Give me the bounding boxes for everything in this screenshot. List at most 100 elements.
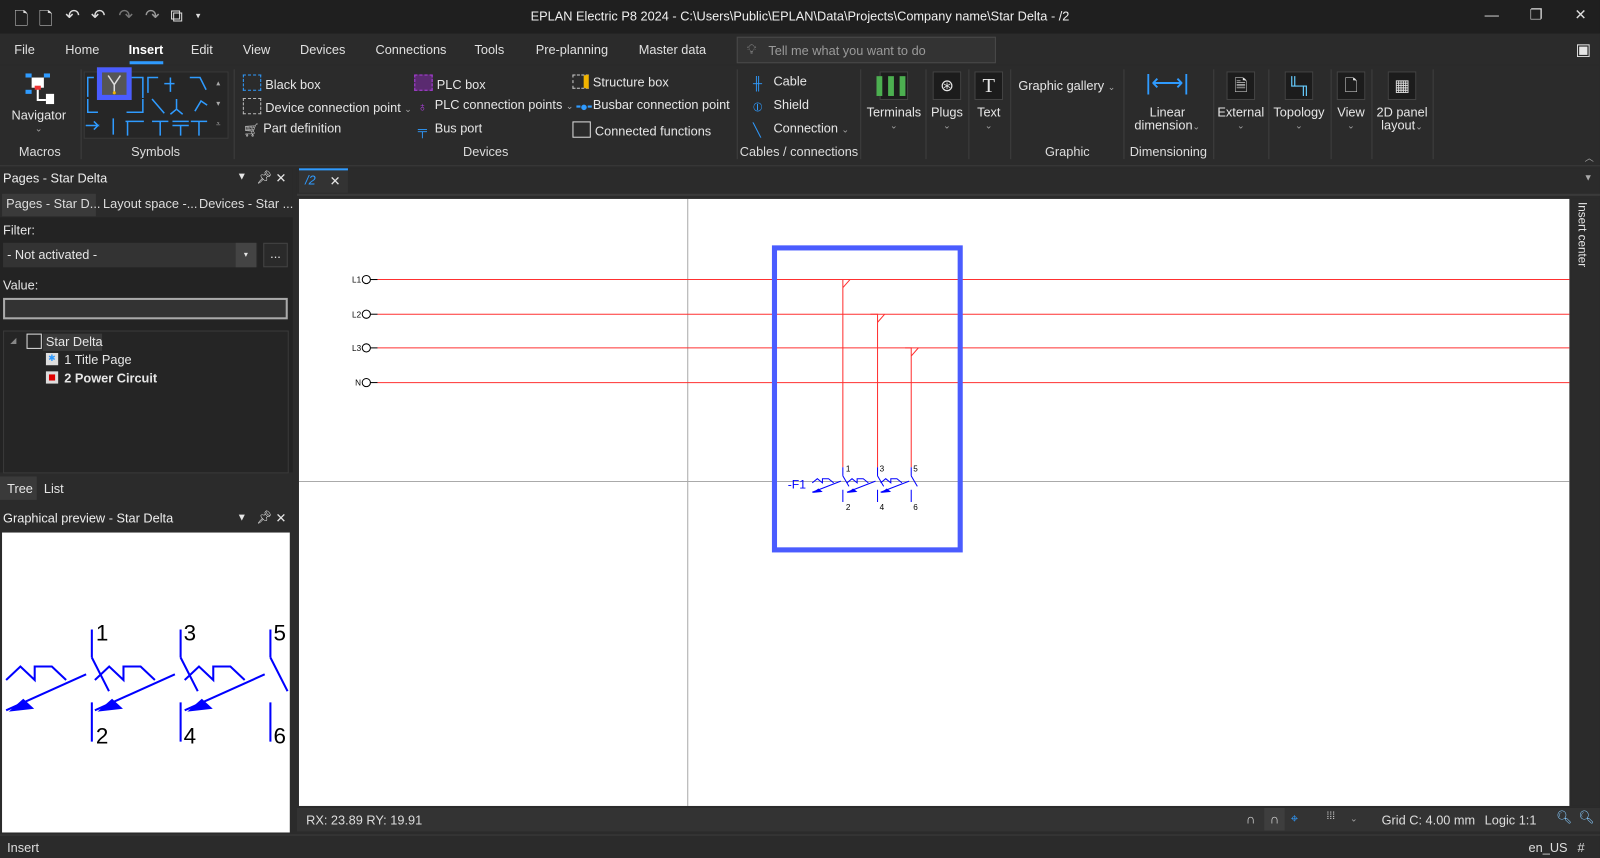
active-tab-indicator xyxy=(129,61,164,65)
value-input[interactable] xyxy=(3,297,288,320)
filter-more-button[interactable]: ... xyxy=(263,242,288,268)
divider xyxy=(1432,69,1434,160)
part-definition-button[interactable]: 🛒︎ Part definition xyxy=(243,121,341,137)
ribbon-display-options-icon[interactable]: ▣ xyxy=(1575,40,1590,60)
label: Black box xyxy=(265,77,321,92)
cable-icon: ╫ xyxy=(753,76,763,91)
crosshair-icon[interactable]: ⌖ xyxy=(1291,811,1298,826)
tab-master-data[interactable]: Master data xyxy=(639,43,706,57)
chevron-down-icon: ⌄ xyxy=(1295,120,1303,131)
label: Connected functions xyxy=(594,124,712,139)
panel-layout-icon: ▦ xyxy=(1387,71,1417,100)
logic-scale[interactable]: Logic 1:1 xyxy=(1485,813,1537,827)
linear-dimension-icon: |⟷| xyxy=(1145,69,1190,95)
minimize-button[interactable]: — xyxy=(1485,6,1499,22)
insert-center-sidebar[interactable]: Insert center xyxy=(1571,198,1600,806)
text-button[interactable]: T Text ⌄ xyxy=(969,71,1008,132)
grid-size[interactable]: Grid C: 4.00 mm xyxy=(1382,813,1476,827)
chevron-down-icon: ⌄ xyxy=(1347,120,1355,131)
pin-icon[interactable]: 📌︎ xyxy=(256,510,272,525)
schematic-canvas[interactable] xyxy=(298,198,1570,806)
tab-tools[interactable]: Tools xyxy=(474,43,504,57)
collapse-ribbon-icon[interactable]: ︿ xyxy=(1585,151,1594,164)
filter-select[interactable]: - Not activated - ▾ xyxy=(3,242,258,268)
tab-list-dropdown-icon[interactable]: ▼ xyxy=(1584,172,1593,182)
tab-layout-space[interactable]: Layout space -... xyxy=(103,197,197,211)
graphic-gallery-button[interactable]: Graphic gallery ⌄ xyxy=(1018,79,1115,93)
search-placeholder: Tell me what you want to do xyxy=(768,43,926,59)
zoom-window-icon[interactable]: 🔍︎ xyxy=(1556,810,1572,825)
cable-button[interactable]: ╫ Cable xyxy=(753,74,807,90)
plugs-button[interactable]: ⊛ Plugs ⌄ xyxy=(927,71,968,132)
device-connection-point-button[interactable]: Device connection point ⌄ xyxy=(242,97,413,116)
panel-menu-icon[interactable]: ▼ xyxy=(237,171,247,182)
pages-tree xyxy=(3,330,289,474)
thermal-element xyxy=(183,665,246,683)
connected-functions-button[interactable]: Connected functions xyxy=(572,121,712,139)
tab-list[interactable]: List xyxy=(44,482,64,496)
object-snap-icon[interactable]: ∩ xyxy=(1264,807,1285,831)
tab-devices-list[interactable]: Devices - Star ... xyxy=(199,197,293,211)
gallery-scroll[interactable]: ▴ ▾ ⩡ xyxy=(212,73,224,134)
panel-menu-icon[interactable]: ▼ xyxy=(237,512,247,523)
close-tab-icon[interactable]: ✕ xyxy=(330,173,341,188)
tab-connections[interactable]: Connections xyxy=(376,43,447,57)
group-cables-connections: Cables / connections xyxy=(739,144,859,160)
trip-arrow xyxy=(8,698,35,712)
tab-tree[interactable]: Tree xyxy=(7,482,33,496)
external-button[interactable]: 🗎︎ External ⌄ xyxy=(1215,71,1266,132)
shield-button[interactable]: ⦶ Shield xyxy=(753,98,809,114)
tab-home[interactable]: Home xyxy=(65,43,99,57)
tree-item-star-delta[interactable]: Star Delta xyxy=(46,335,103,349)
close-panel-icon[interactable]: ✕ xyxy=(276,170,287,185)
structure-box-button[interactable]: Structure box xyxy=(572,74,669,90)
status-bar: RX: 23.89 RY: 19.91 ∩ ∩ ⌖ ⁞⁞⁞ ⌄ Grid C: … xyxy=(296,807,1600,832)
switch-symbol-icon xyxy=(107,75,122,95)
tab-devices[interactable]: Devices xyxy=(300,43,345,57)
grid-icon[interactable]: ⁞⁞⁞ xyxy=(1327,811,1336,822)
tab-file[interactable]: File xyxy=(14,43,35,57)
selected-symbol-switch[interactable] xyxy=(96,67,132,100)
eplan-window: 🗋 🗋 ↶ ↶ ↷ ↷ ⧉ ▾ EPLAN Electric P8 2024 -… xyxy=(0,0,1600,858)
tree-collapse-icon[interactable]: ◢ xyxy=(10,336,16,345)
chevron-down-icon[interactable]: ⌄ xyxy=(1350,813,1358,824)
tab-edit[interactable]: Edit xyxy=(191,43,213,57)
plc-connection-points-button[interactable]: ♁ PLC connection points ⌄ xyxy=(414,97,574,114)
zoom-all-icon[interactable]: 🔍︎ xyxy=(1579,810,1595,825)
chevron-down-icon: ⌄ xyxy=(404,104,413,115)
label: PLC connection points xyxy=(434,97,563,113)
snap-icon[interactable]: ∩ xyxy=(1246,811,1256,826)
tree-item-title-page[interactable]: 1 Title Page xyxy=(64,353,131,367)
tab-insert[interactable]: Insert xyxy=(129,43,164,57)
tree-item-power-circuit[interactable]: 2 Power Circuit xyxy=(64,371,157,385)
close-panel-icon[interactable]: ✕ xyxy=(276,510,287,525)
pin-icon[interactable]: 📌︎ xyxy=(256,170,272,185)
doc-tab-page-2[interactable]: /2 ✕ xyxy=(298,168,348,193)
label: Device connection point xyxy=(265,100,401,116)
mode-indicator: Insert xyxy=(7,840,40,855)
divider xyxy=(1010,69,1012,160)
symbols-gallery[interactable] xyxy=(83,67,229,139)
restore-button[interactable]: ❐ xyxy=(1530,6,1543,23)
bus-port-button[interactable]: ╤ Bus port xyxy=(414,121,482,137)
close-window-button[interactable]: ✕ xyxy=(1574,6,1586,23)
connection-icon: ╲ xyxy=(753,123,761,138)
connection-button[interactable]: ╲ Connection ⌄ xyxy=(753,121,849,138)
divider xyxy=(736,69,738,160)
busbar-connection-point-button[interactable]: ╺●╸Busbar connection point xyxy=(572,98,729,114)
cursor-coordinates: RX: 23.89 RY: 19.91 xyxy=(306,813,423,828)
schematic-page-icon xyxy=(45,371,59,384)
black-box-button[interactable]: Black box xyxy=(242,74,321,92)
plc-box-button[interactable]: PLC box xyxy=(414,74,486,92)
tab-pre-planning[interactable]: Pre-planning xyxy=(536,43,608,57)
topology-button[interactable]: ╙╖ Topology ⌄ xyxy=(1269,71,1328,132)
terminals-button[interactable]: ▌▌▌ Terminals ⌄ xyxy=(863,71,924,132)
2d-panel-layout-button[interactable]: ▦ 2D panel layout⌄ xyxy=(1372,71,1431,133)
chevron-down-icon: ▾ xyxy=(235,242,257,268)
linear-dimension-button[interactable]: |⟷| Linear dimension⌄ xyxy=(1127,69,1209,133)
view-button[interactable]: 🗋 View ⌄ xyxy=(1332,71,1371,132)
tab-view[interactable]: View xyxy=(243,43,270,57)
tab-pages[interactable]: Pages - Star D... xyxy=(6,197,100,211)
navigator-button[interactable]: Navigator ⌄ xyxy=(6,71,71,135)
tell-me-search-input[interactable]: 💡︎ Tell me what you want to do xyxy=(736,36,996,64)
